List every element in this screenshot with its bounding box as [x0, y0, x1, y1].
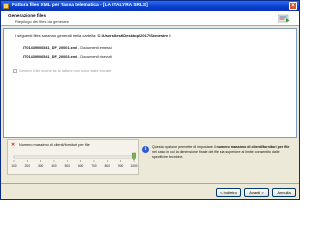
cancel-button[interactable]: Annulla — [272, 188, 296, 197]
slider-tick-label: 800 — [105, 164, 111, 168]
slider-tick-label: 300 — [38, 164, 44, 168]
app-logo-icon — [278, 14, 290, 23]
slider-tick-label: 600 — [78, 164, 84, 168]
folder-intro: I seguenti files saranno generati nella … — [15, 33, 98, 38]
slider-thumb[interactable] — [132, 152, 136, 161]
slider-track[interactable] — [13, 155, 135, 159]
slider-tick-label: 400 — [51, 164, 57, 168]
slider-tick-label: 500 — [65, 164, 71, 168]
info-text-after: nel caso in cui la dimensione finale del… — [152, 150, 280, 159]
step-subtitle: Riepilogo dei files da generare — [15, 19, 70, 24]
generate-option-checkbox[interactable] — [13, 69, 17, 73]
slider-tick-label: 200 — [25, 164, 31, 168]
folder-info: I seguenti files saranno generati nella … — [15, 33, 170, 38]
slider-tick-label: 1000 — [130, 164, 137, 168]
file-name: IT01439006541_DF_20001.xml — [23, 46, 78, 50]
close-icon[interactable]: × — [289, 2, 297, 10]
summary-panel: I seguenti files saranno generati nella … — [3, 28, 297, 138]
file-name: IT01439006541_DF_20003.xml — [23, 55, 78, 59]
options-panel: ✕ Numero massimo di clienti/fornitori pe… — [7, 139, 295, 175]
window-title: Fattura files XML per Tassa telematica -… — [12, 3, 148, 8]
generate-option[interactable]: Genera il file anche se le fatture non s… — [13, 69, 111, 73]
next-button[interactable]: Avanti > — [244, 188, 269, 197]
step-title: Generazione files — [8, 13, 47, 18]
footer-divider — [1, 183, 299, 184]
slider-tick-label: 700 — [91, 164, 97, 168]
info-text-bold: numero massimo di clienti/fornitori per … — [216, 145, 290, 149]
wizard-header: Generazione files Riepilogo dei files da… — [1, 11, 299, 26]
slider-tick-label: 100 — [11, 164, 17, 168]
folder-path: C:\Users\test\Desktop\2017\Semestre I — [97, 33, 171, 38]
info-message: i Questa opzione permette di impostare i… — [142, 143, 295, 167]
max-clients-group: ✕ Numero massimo di clienti/fornitori pe… — [7, 139, 139, 175]
max-clients-slider[interactable]: 100 200 300 400 500 600 700 800 900 1000 — [8, 148, 140, 175]
slider-label: Numero massimo di clienti/fornitori per … — [19, 143, 90, 147]
slider-tick-label: 900 — [118, 164, 124, 168]
file-item: IT01439006541_DF_20003.xml - Documenti r… — [23, 55, 112, 59]
app-icon — [3, 3, 9, 9]
info-text-before: Questa opzione permette di impostare il — [152, 145, 217, 149]
file-item: IT01439006541_DF_20001.xml - Documenti e… — [23, 46, 112, 50]
info-icon: i — [142, 146, 149, 153]
info-text: Questa opzione permette di impostare il … — [152, 145, 292, 160]
generate-option-label: Genera il file anche se le fatture non s… — [19, 69, 112, 73]
file-desc: - Documenti ricevuti — [77, 55, 112, 59]
file-desc: - Documenti emessi — [77, 46, 112, 50]
back-button[interactable]: < Indietro — [216, 188, 241, 197]
wizard-window: Fattura files XML per Tassa telematica -… — [0, 0, 300, 200]
title-bar[interactable]: Fattura files XML per Tassa telematica -… — [1, 1, 299, 11]
